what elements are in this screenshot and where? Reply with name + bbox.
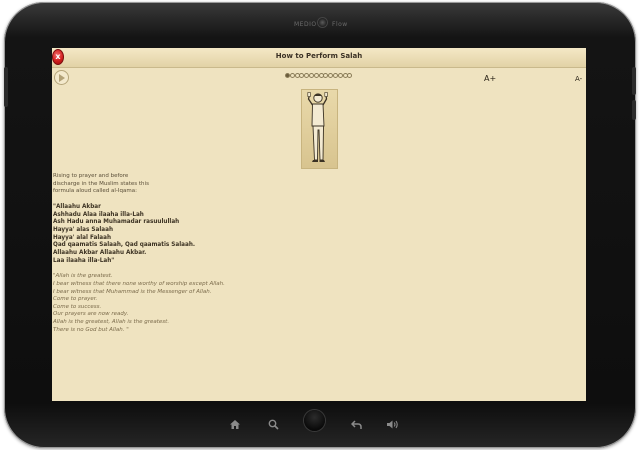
page-dot[interactable]: [347, 73, 353, 78]
translation-line: "Allah is the greatest.: [53, 273, 113, 280]
play-button[interactable]: [54, 70, 69, 85]
home-icon[interactable]: [229, 415, 241, 434]
hardware-home-button[interactable]: [304, 410, 325, 431]
prayer-illustration: [301, 89, 338, 169]
device-model-label: Flow: [332, 21, 348, 28]
prayer-text: Rising to prayer and before discharge in …: [53, 173, 353, 334]
iqama-transliteration: "Allaahu Akbar Ashhadu Alaa ilaaha illa-L…: [53, 204, 353, 265]
camera-lens-icon: [318, 18, 327, 27]
side-button-left: [4, 67, 8, 107]
translation-line: There is no God but Allah. ": [53, 326, 129, 333]
back-icon[interactable]: [350, 415, 362, 434]
font-increase-button[interactable]: A+: [484, 74, 496, 83]
volume-icon[interactable]: [386, 415, 399, 434]
translation-line: Our prayers are now ready.: [53, 311, 129, 318]
search-icon[interactable]: [268, 415, 279, 434]
power-button: [632, 67, 636, 95]
translation-line: Allah is the greatest, Allah is the grea…: [53, 318, 170, 325]
transliteration-line: Ashhadu Alaa ilaaha illa-Lah: [53, 211, 144, 218]
intro-line: discharge in the Muslim states this: [53, 180, 149, 187]
play-icon: [59, 74, 65, 82]
transliteration-line: Laa ilaaha illa-Lah": [53, 257, 115, 264]
volume-button: [632, 100, 636, 120]
standing-man-illustration: [307, 92, 328, 162]
translation-line: I bear witness that there none worthy of…: [53, 280, 225, 287]
tablet-frame: MEDIO Flow x How to Perform Salah A+ A- …: [4, 2, 636, 448]
translation-line: Come to prayer.: [53, 296, 98, 303]
translation-line: I bear witness that Muhammad is the Mess…: [53, 288, 212, 295]
transliteration-line: Allaahu Akbar Allaahu Akbar.: [53, 250, 147, 257]
app-screen: x How to Perform Salah A+ A- Rising to p…: [52, 48, 586, 401]
device-brand-label: MEDIO: [294, 21, 317, 28]
translation-line: Come to success.: [53, 303, 102, 310]
transliteration-line: Qad qaamatis Salaah, Qad qaamatis Salaah…: [53, 242, 196, 249]
transliteration-line: Hayya' alal Falaah: [53, 234, 112, 241]
page-title: How to Perform Salah: [275, 52, 363, 60]
font-decrease-button[interactable]: A-: [575, 75, 582, 83]
intro-line: formula aloud called al-Iqama:: [53, 188, 137, 195]
transliteration-line: Hayya' alas Salaah: [53, 227, 113, 234]
title-bar: x How to Perform Salah: [52, 48, 586, 68]
iqama-translation: "Allah is the greatest. I bear witness th…: [53, 273, 353, 334]
transliteration-line: "Allaahu Akbar: [53, 204, 101, 211]
intro-paragraph: Rising to prayer and before discharge in …: [53, 173, 353, 196]
intro-line: Rising to prayer and before: [53, 173, 129, 179]
page-indicator[interactable]: [285, 73, 353, 78]
transliteration-line: Ash Hadu anna Muhamadar rasuulullah: [53, 219, 180, 226]
